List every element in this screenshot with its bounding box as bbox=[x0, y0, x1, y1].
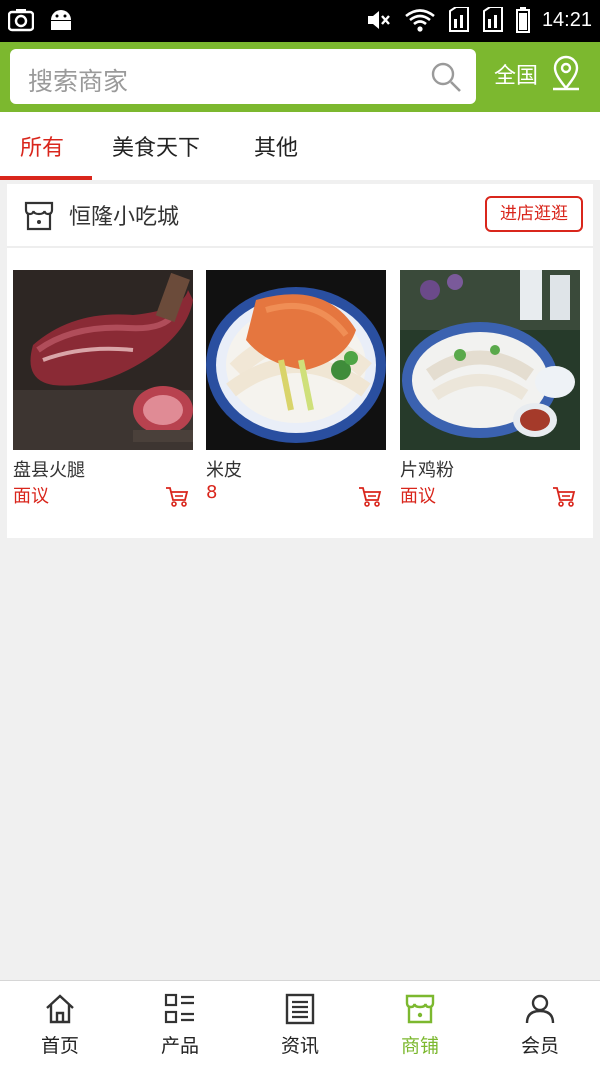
product-item[interactable]: 片鸡粉 面议 bbox=[400, 270, 580, 507]
sim-signal-icon bbox=[448, 7, 469, 32]
product-image-ham[interactable] bbox=[13, 270, 193, 450]
mute-icon bbox=[367, 11, 390, 29]
clock: 14:21 bbox=[541, 8, 592, 31]
search-placeholder[interactable]: 搜索商家 bbox=[28, 62, 128, 98]
sim-signal-2-icon bbox=[482, 7, 503, 32]
product-name[interactable]: 米皮 bbox=[206, 456, 242, 482]
region-selector[interactable]: 全国 bbox=[494, 58, 538, 90]
nav-label: 产品 bbox=[160, 1035, 199, 1057]
shop-icon bbox=[24, 201, 54, 231]
nav-home[interactable]: 首页 bbox=[0, 981, 120, 1067]
nav-label: 会员 bbox=[520, 1035, 559, 1057]
category-tabs: 所有 美食天下 其他 bbox=[0, 112, 600, 180]
news-icon bbox=[285, 993, 315, 1025]
tab-other[interactable]: 其他 bbox=[254, 130, 298, 162]
cart-icon[interactable] bbox=[165, 486, 189, 508]
product-price: 面议 bbox=[400, 486, 436, 507]
product-name[interactable]: 盘县火腿 bbox=[13, 456, 85, 482]
product-item[interactable]: 盘县火腿 面议 bbox=[13, 270, 193, 507]
product-price: 面议 bbox=[13, 486, 49, 507]
status-right: 14:21 bbox=[366, 7, 592, 33]
nav-news[interactable]: 资讯 bbox=[240, 981, 360, 1067]
store-header[interactable]: 恒隆小吃城 进店逛逛 bbox=[7, 184, 593, 248]
nav-products[interactable]: 产品 bbox=[120, 981, 240, 1067]
android-icon bbox=[51, 10, 71, 30]
cart-icon[interactable] bbox=[552, 486, 576, 508]
nav-stores[interactable]: 商铺 bbox=[360, 981, 480, 1067]
product-price: 8 bbox=[206, 482, 218, 503]
product-name[interactable]: 片鸡粉 bbox=[400, 456, 454, 482]
wifi-icon bbox=[405, 9, 435, 32]
product-image-rice-noodles[interactable] bbox=[206, 270, 386, 450]
status-bar: 14:21 bbox=[0, 0, 600, 42]
tab-all[interactable]: 所有 bbox=[20, 130, 64, 162]
screenshot-icon bbox=[8, 9, 34, 32]
nav-label: 商铺 bbox=[400, 1035, 439, 1057]
nav-label: 首页 bbox=[40, 1035, 79, 1057]
active-tab-indicator bbox=[0, 176, 92, 180]
grid-list-icon bbox=[164, 993, 194, 1024]
search-box[interactable]: 搜索商家 bbox=[10, 49, 476, 104]
nav-label: 资讯 bbox=[280, 1035, 319, 1057]
cart-icon[interactable] bbox=[358, 486, 382, 508]
battery-icon bbox=[515, 7, 530, 33]
user-icon bbox=[525, 994, 555, 1024]
search-icon[interactable] bbox=[430, 61, 462, 93]
location-icon[interactable] bbox=[550, 55, 582, 91]
store-card: 恒隆小吃城 进店逛逛 盘县火腿 面议 米皮 8 片鸡粉 面议 bbox=[7, 184, 593, 538]
status-left bbox=[8, 8, 74, 32]
store-icon bbox=[405, 994, 435, 1024]
store-name[interactable]: 恒隆小吃城 bbox=[69, 199, 179, 231]
bottom-navigation: 首页 产品 资讯 商铺 会员 bbox=[0, 980, 600, 1067]
home-icon bbox=[46, 994, 74, 1024]
visit-store-button[interactable]: 进店逛逛 bbox=[485, 196, 583, 232]
product-item[interactable]: 米皮 8 bbox=[206, 270, 386, 507]
nav-member[interactable]: 会员 bbox=[480, 981, 600, 1067]
tab-food[interactable]: 美食天下 bbox=[112, 130, 200, 162]
app-header: 搜索商家 全国 bbox=[0, 42, 600, 112]
product-image-chicken-noodles[interactable] bbox=[400, 270, 580, 450]
